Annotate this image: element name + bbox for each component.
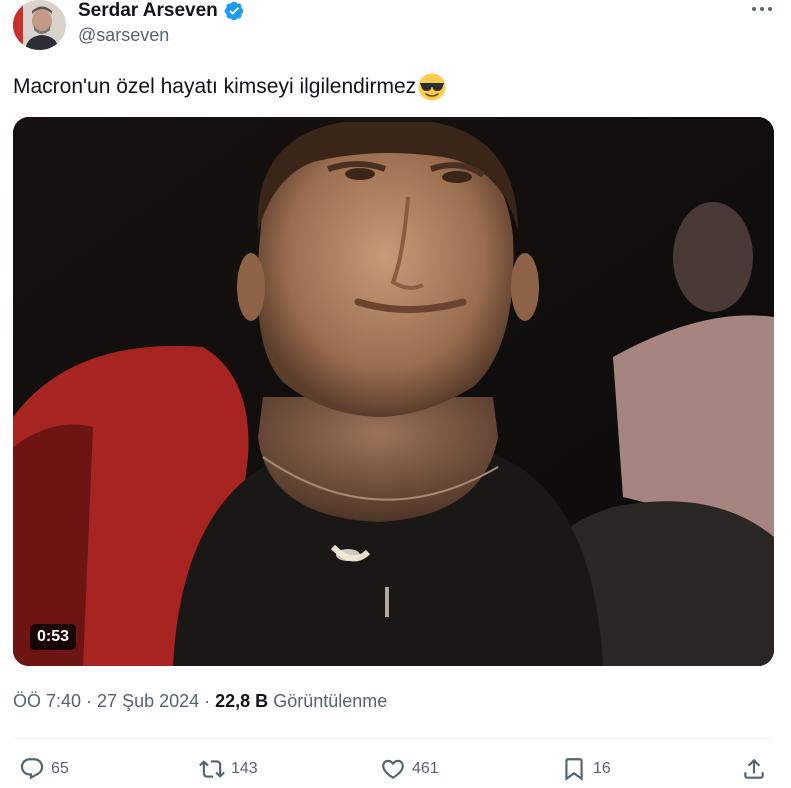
avatar-image <box>13 0 66 50</box>
bookmark-icon <box>565 758 583 781</box>
video-duration-badge: 0:53 <box>30 624 77 650</box>
tweet-time[interactable]: ÖÖ 7:40 <box>13 691 81 711</box>
tweet-header: Serdar Arseven @sarseven <box>0 0 791 60</box>
video-thumbnail <box>13 117 774 666</box>
bookmark-count: 16 <box>593 760 611 777</box>
reply-count: 65 <box>51 760 69 777</box>
reply-button[interactable]: 65 <box>19 752 69 786</box>
tweet-actions-bar: 65 143 461 16 <box>0 752 791 788</box>
tweet-meta: ÖÖ 7:40 · 27 Şub 2024 · 22,8 B Görüntüle… <box>13 690 387 712</box>
retweet-button[interactable]: 143 <box>199 752 258 786</box>
meta-separator: · <box>81 691 98 711</box>
author-display-name[interactable]: Serdar Arseven <box>78 0 218 22</box>
share-button[interactable] <box>741 752 773 786</box>
like-button[interactable]: 461 <box>380 752 439 786</box>
like-count: 461 <box>412 760 439 777</box>
verified-badge-icon <box>223 0 245 22</box>
tweet-text-content: Macron'un özel hayatı kimseyi ilgilendir… <box>13 75 417 98</box>
smiling-face-with-sunglasses-icon <box>417 72 447 102</box>
retweet-count: 143 <box>231 760 258 777</box>
more-options-icon[interactable] <box>751 2 773 16</box>
author-name-row: Serdar Arseven <box>78 0 245 22</box>
meta-separator: · <box>199 691 216 711</box>
tweet-date[interactable]: 27 Şub 2024 <box>97 691 199 711</box>
bookmark-button[interactable]: 16 <box>561 752 611 786</box>
share-icon <box>744 758 764 779</box>
views-label: Görüntülenme <box>268 691 388 711</box>
reply-icon <box>20 758 44 780</box>
author-avatar[interactable] <box>13 0 66 50</box>
video-player[interactable]: 0:53 <box>13 117 774 666</box>
retweet-icon <box>199 760 225 778</box>
heart-icon <box>382 759 404 779</box>
author-handle[interactable]: @sarseven <box>78 25 169 45</box>
tweet-text: Macron'un özel hayatı kimseyi ilgilendir… <box>13 72 447 102</box>
divider <box>13 738 774 739</box>
views-count: 22,8 B <box>215 691 269 711</box>
